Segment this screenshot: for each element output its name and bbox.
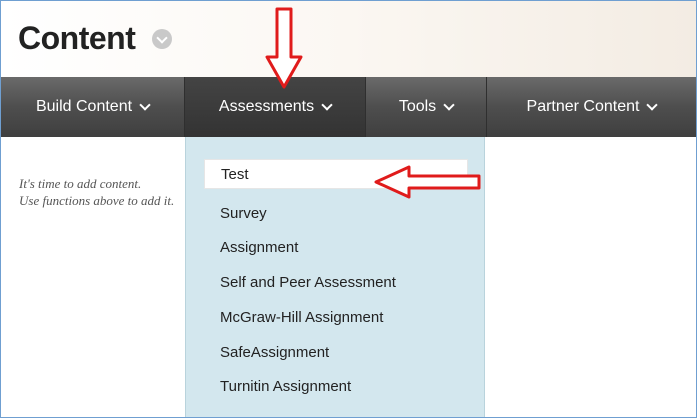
content-navbar: Build Content Assessments Tools Partner … <box>1 77 696 137</box>
red-arrow-down-icon <box>265 7 303 89</box>
nav-label: Build Content <box>35 98 133 115</box>
empty-content-message: It's time to add content. Use functions … <box>19 175 189 209</box>
menu-item-turnitin-assignment[interactable]: Turnitin Assignment <box>220 378 351 395</box>
empty-message-line: Use functions above to add it. <box>19 193 175 208</box>
page-title: Content <box>18 20 136 56</box>
menu-item-mcgraw-hill-assignment[interactable]: McGraw-Hill Assignment <box>220 309 383 326</box>
nav-partner-content[interactable]: Partner Content <box>487 77 696 137</box>
nav-label: Partner Content <box>526 98 640 115</box>
red-arrow-left-icon <box>374 165 481 199</box>
nav-label: Tools <box>398 98 437 115</box>
chevron-down-icon <box>646 99 659 111</box>
page-header: Content <box>1 1 696 77</box>
chevron-down-icon <box>321 99 333 111</box>
app-window: Content Build Content Assessments Tools … <box>0 0 697 418</box>
nav-tools[interactable]: Tools <box>366 77 487 137</box>
menu-item-assignment[interactable]: Assignment <box>220 239 298 256</box>
menu-item-survey[interactable]: Survey <box>220 205 267 222</box>
nav-build-content[interactable]: Build Content <box>1 77 185 137</box>
menu-item-self-and-peer-assessment[interactable]: Self and Peer Assessment <box>220 274 396 291</box>
menu-item-safeassignment[interactable]: SafeAssignment <box>220 344 329 361</box>
chevron-down-icon <box>156 31 168 44</box>
nav-label: Assessments <box>218 98 315 115</box>
empty-message-line: It's time to add content. <box>19 176 142 191</box>
chevron-down-icon <box>443 99 455 111</box>
chevron-down-circle-icon[interactable] <box>152 29 172 49</box>
chevron-down-icon <box>139 99 151 111</box>
